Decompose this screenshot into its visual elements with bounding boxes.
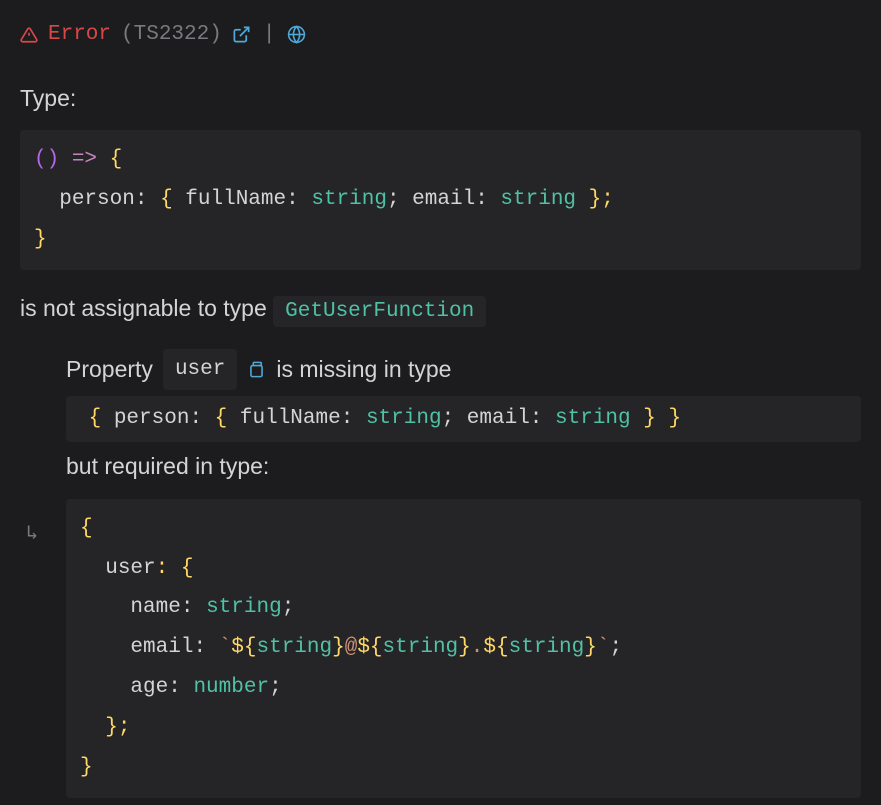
t — [80, 596, 130, 619]
code-token: ; — [387, 188, 412, 211]
t: string — [206, 596, 282, 619]
t — [80, 676, 130, 699]
t: } — [584, 636, 597, 659]
warning-icon — [20, 26, 38, 44]
t: { — [89, 407, 114, 430]
code-token: string — [311, 188, 387, 211]
t: { — [215, 407, 240, 430]
globe-icon[interactable] — [287, 25, 306, 44]
t: } — [332, 636, 345, 659]
t: : — [168, 676, 193, 699]
nested-error-detail: ↳ Property user is missing in type { per… — [66, 349, 861, 798]
message-text: is not assignable to type — [20, 295, 273, 321]
t: : — [193, 636, 218, 659]
external-link-icon[interactable] — [232, 25, 251, 44]
type-reference: GetUserFunction — [273, 296, 486, 327]
t: . — [471, 636, 484, 659]
code-token: email — [412, 188, 475, 211]
error-header: Error (TS2322) | — [20, 18, 861, 52]
t: ${ — [483, 636, 508, 659]
text: is missing in type — [276, 351, 451, 388]
code-token: => — [59, 148, 109, 171]
separator: | — [263, 18, 276, 52]
t: email — [467, 407, 530, 430]
code-token: } — [34, 228, 47, 251]
code-token: : — [286, 188, 311, 211]
t: person — [114, 407, 190, 430]
t: ${ — [231, 636, 256, 659]
code-block-source-type: () => { person: { fullName: string; emai… — [20, 130, 861, 270]
t: name — [130, 596, 180, 619]
t: ; — [609, 636, 622, 659]
error-label: Error — [48, 18, 111, 52]
t — [80, 557, 105, 580]
t: @ — [345, 636, 358, 659]
clipboard-icon[interactable] — [247, 360, 266, 379]
property-missing-line: Property user is missing in type — [66, 349, 861, 391]
t: ; — [282, 596, 295, 619]
t: ` — [597, 636, 610, 659]
t: age — [130, 676, 168, 699]
t — [80, 636, 130, 659]
t: ` — [219, 636, 232, 659]
t: } — [458, 636, 471, 659]
t: : — [181, 596, 206, 619]
code-token — [34, 188, 59, 211]
t: } — [80, 756, 93, 779]
t: { — [80, 517, 93, 540]
t: string — [555, 407, 631, 430]
t: ${ — [357, 636, 382, 659]
but-required-line: but required in type: — [66, 448, 861, 485]
text: but required in type: — [66, 448, 269, 485]
t: string — [509, 636, 585, 659]
t: } } — [631, 407, 681, 430]
code-token: { — [160, 188, 185, 211]
t: }; — [105, 716, 130, 739]
message-not-assignable: is not assignable to type GetUserFunctio… — [20, 290, 861, 329]
type-label: Type: — [20, 80, 861, 117]
code-token: person — [59, 188, 135, 211]
indent-arrow-icon: ↳ — [26, 519, 38, 551]
code-token: fullName — [185, 188, 286, 211]
t: : { — [156, 557, 194, 580]
code-token: : — [475, 188, 500, 211]
t: : — [341, 407, 366, 430]
t — [80, 716, 105, 739]
code-block-required-type: { user: { name: string; email: `${string… — [66, 499, 861, 798]
t: string — [383, 636, 459, 659]
text: Property — [66, 351, 153, 388]
error-code: (TS2322) — [121, 18, 222, 52]
code-token: string — [500, 188, 576, 211]
t: string — [256, 636, 332, 659]
t: email — [130, 636, 193, 659]
code-token: : — [135, 188, 160, 211]
t: fullName — [240, 407, 341, 430]
t: : — [189, 407, 214, 430]
t: : — [530, 407, 555, 430]
code-token: () — [34, 148, 59, 171]
property-name: user — [163, 349, 237, 391]
t: number — [193, 676, 269, 699]
t: ; — [442, 407, 467, 430]
code-token: }; — [576, 188, 614, 211]
code-token: { — [110, 148, 123, 171]
t: ; — [269, 676, 282, 699]
t: string — [366, 407, 442, 430]
t: user — [105, 557, 155, 580]
inline-type-code: { person: { fullName: string; email: str… — [66, 396, 861, 442]
